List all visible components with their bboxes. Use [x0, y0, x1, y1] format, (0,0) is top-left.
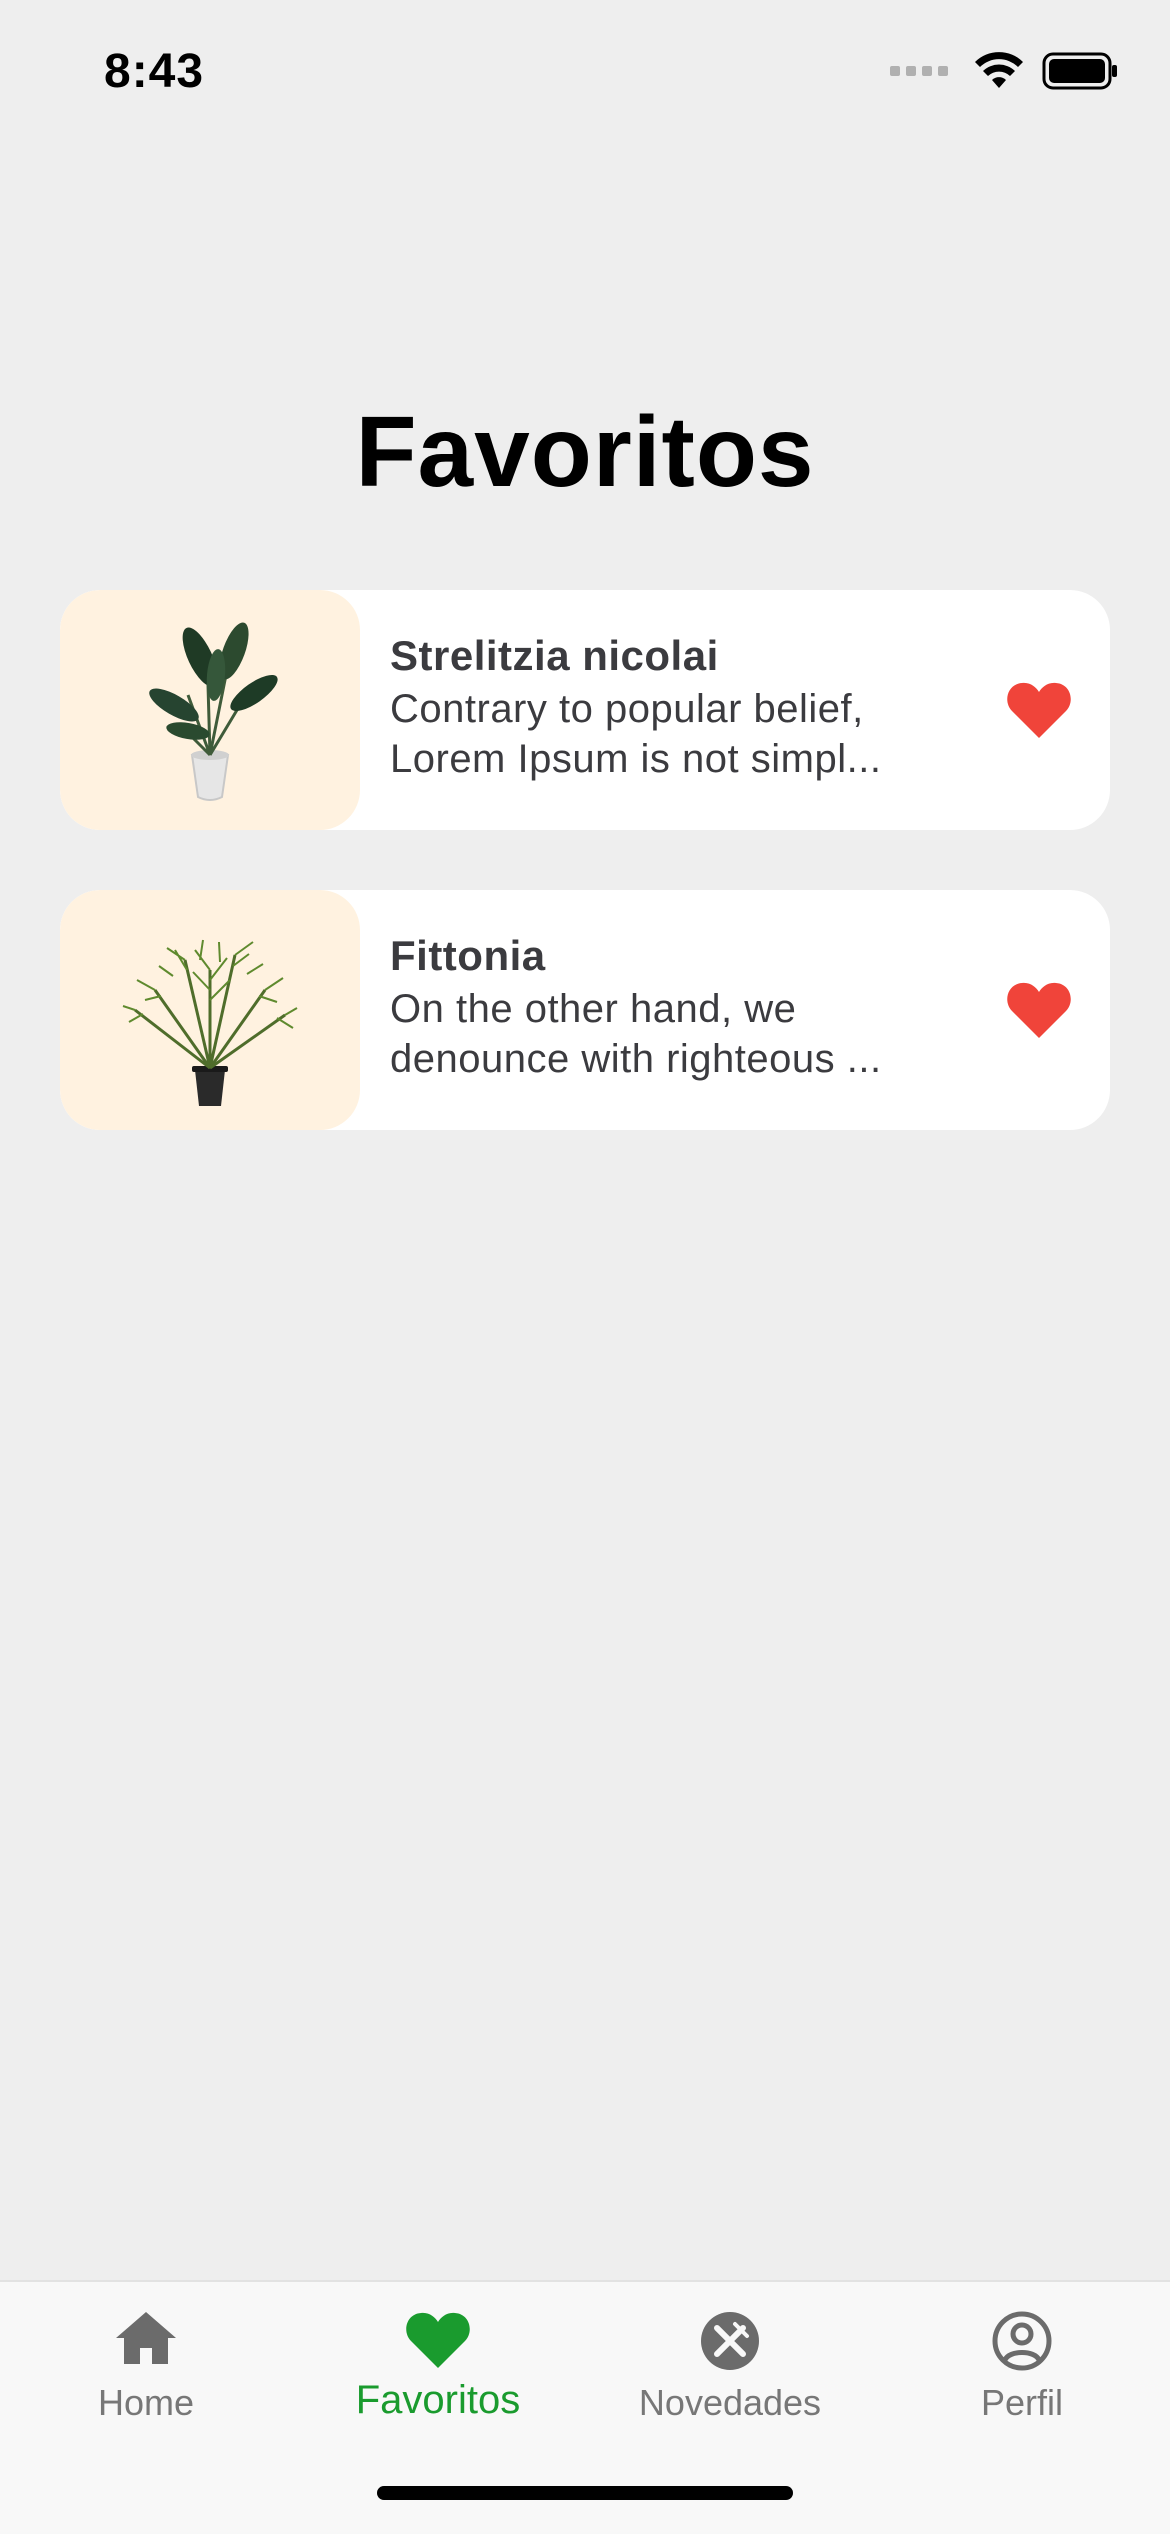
news-icon — [701, 2312, 759, 2370]
home-indicator — [377, 2486, 793, 2500]
status-bar: 8:43 — [0, 0, 1170, 150]
plant-name: Fittonia — [390, 932, 546, 979]
tab-home[interactable]: Home — [0, 2282, 292, 2452]
heart-icon — [406, 2312, 470, 2368]
tab-perfil[interactable]: Perfil — [876, 2282, 1168, 2452]
tab-novedades[interactable]: Novedades — [584, 2282, 876, 2452]
battery-icon — [1042, 52, 1117, 90]
plant-strelitzia-image — [149, 622, 278, 801]
cellular-signal-icon — [890, 66, 948, 76]
heart-icon — [1007, 682, 1071, 738]
plant-description: Contrary to popular belief, Lorem Ipsum … — [390, 684, 950, 784]
plant-description-line-2: Lorem Ipsum is not simpl... — [390, 737, 882, 781]
status-time: 8:43 — [104, 45, 205, 98]
tab-label: Novedades — [638, 2382, 822, 2423]
status-icons — [890, 52, 1118, 90]
plant-description-line-2: denounce with righteous ... — [390, 1037, 882, 1081]
plant-description-line-1: On the other hand, we — [390, 987, 797, 1031]
tab-favoritos[interactable]: Favoritos — [292, 2282, 584, 2452]
home-icon — [116, 2312, 176, 2364]
plant-name: Strelitzia nicolai — [390, 632, 719, 679]
plant-description-line-1: Contrary to popular belief, — [390, 687, 864, 731]
tab-label: Perfil — [980, 2382, 1064, 2423]
heart-icon — [1007, 982, 1071, 1038]
profile-icon — [992, 2311, 1052, 2371]
plant-image — [60, 890, 360, 1130]
favorite-button[interactable] — [1006, 980, 1072, 1040]
page-title: Favoritos — [355, 396, 815, 508]
tab-label: Favoritos — [355, 2378, 521, 2422]
tab-label: Home — [97, 2382, 195, 2423]
favorite-card[interactable]: Strelitzia nicolai Contrary to popular b… — [60, 590, 1110, 830]
plant-image — [60, 590, 360, 830]
favorite-card[interactable]: Fittonia On the other hand, we denounce … — [60, 890, 1110, 1130]
wifi-icon — [975, 52, 1023, 88]
plant-description: On the other hand, we denounce with righ… — [390, 984, 950, 1084]
favorite-button[interactable] — [1006, 680, 1072, 740]
plant-fittonia-image — [122, 939, 298, 1106]
